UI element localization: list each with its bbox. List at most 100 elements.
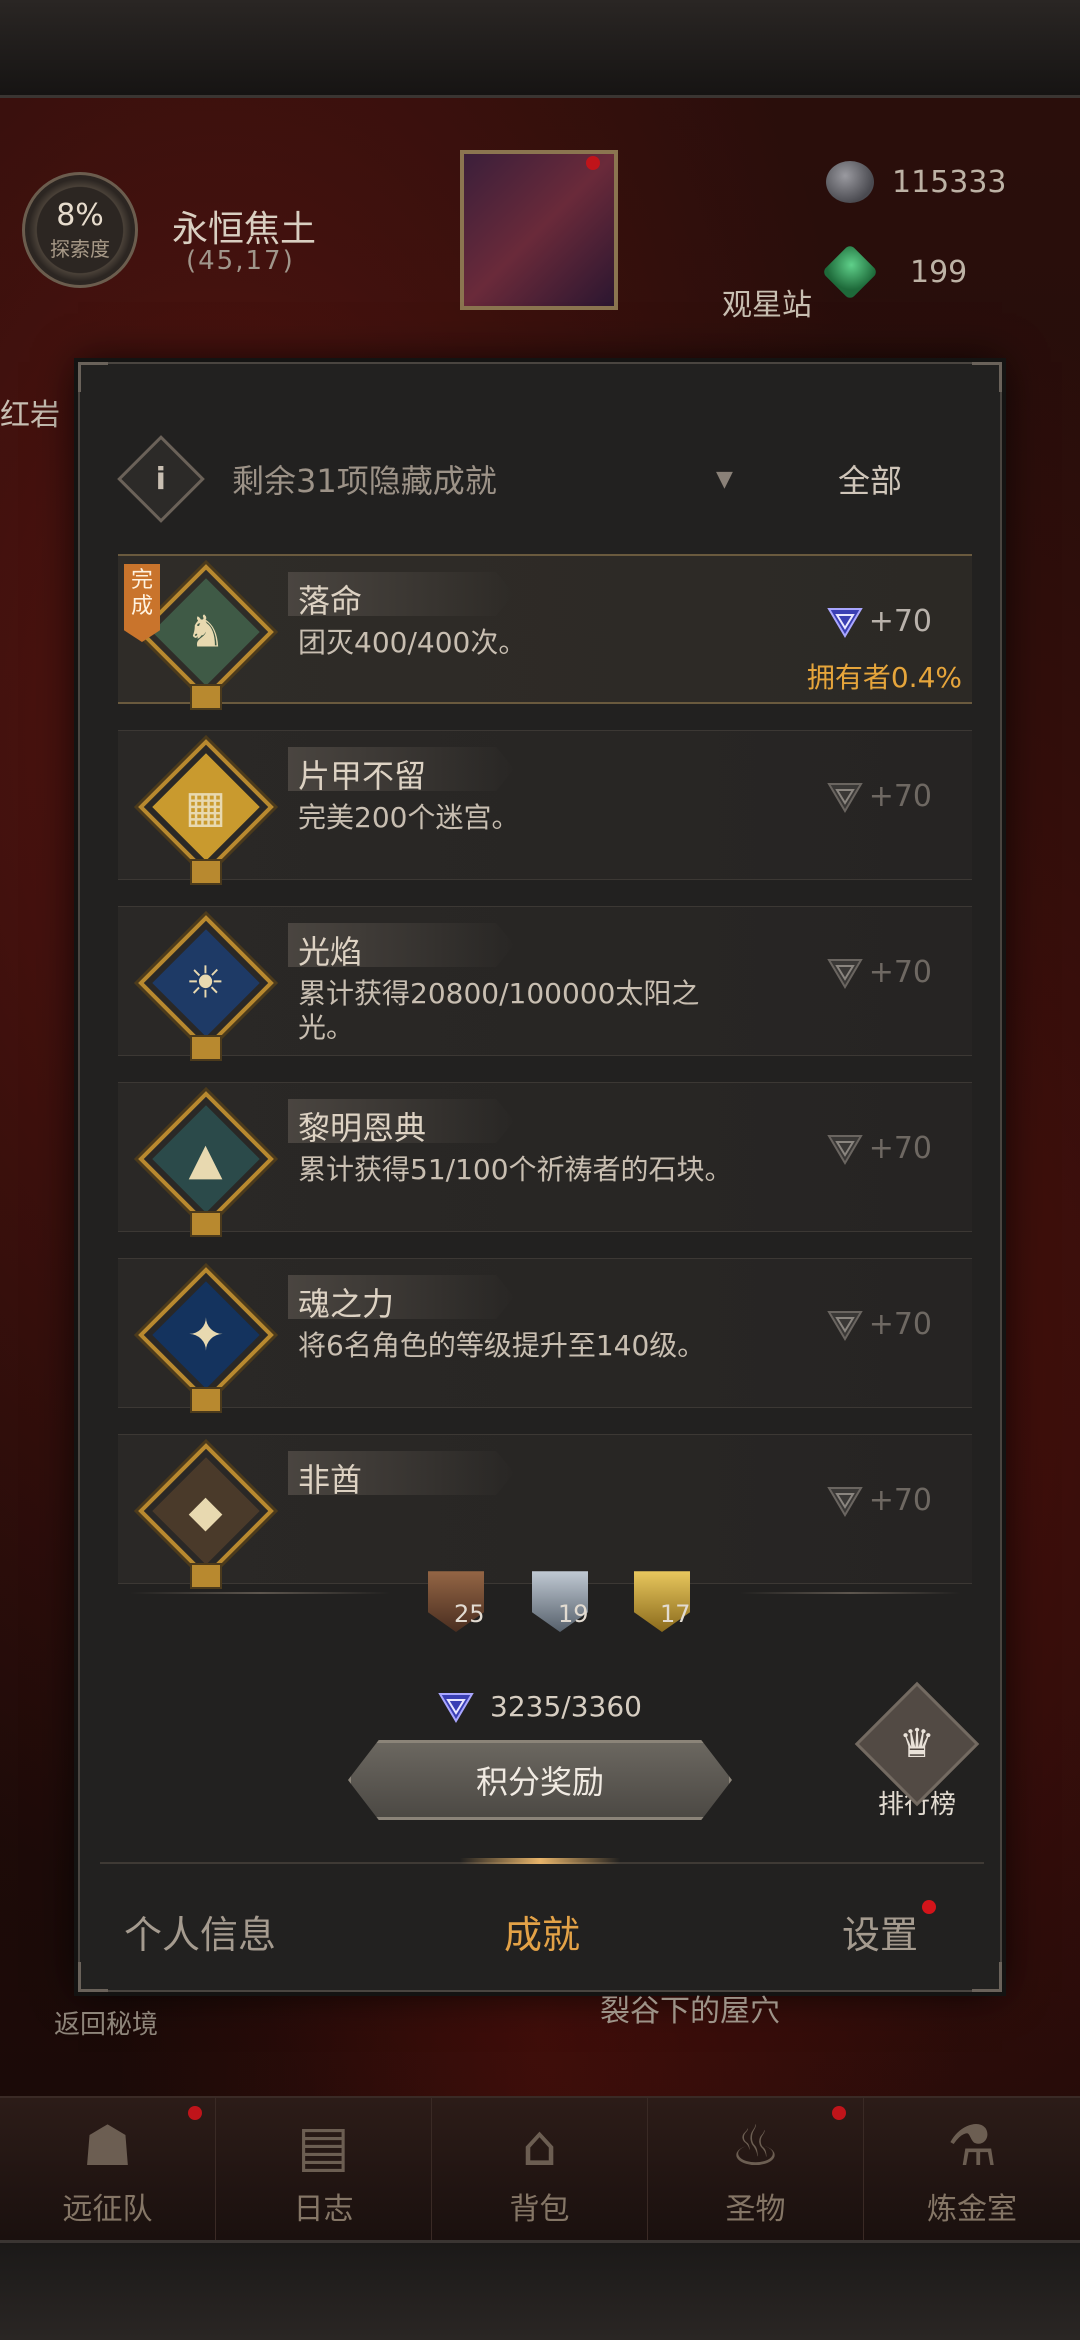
points-triangle-icon [826, 607, 863, 638]
achievement-row[interactable]: ☀ 光焰 累计获得20800/100000太阳之光。 +70 [118, 906, 972, 1061]
points-value: +70 [868, 1483, 932, 1518]
silver-count: 19 [558, 1600, 589, 1628]
backpack-icon: ⌂ [521, 2114, 558, 2179]
nav-alchemy-label: 炼金室 [927, 2192, 1017, 2227]
torch-icon: ♨ [730, 2114, 781, 2179]
points-triangle-icon [826, 1134, 863, 1165]
bottom-frame [0, 2240, 1080, 2340]
sun-jar-icon: ☀ [138, 915, 274, 1051]
resource-gem-green[interactable]: 199 [821, 243, 967, 301]
settings-notification-dot [922, 1900, 936, 1914]
gold-count: 17 [660, 1600, 691, 1628]
completed-flag: 完成 [124, 564, 160, 642]
points-triangle-icon [826, 1310, 863, 1341]
maze-icon: ▦ [138, 739, 274, 875]
region-coordinates: (45,17) [186, 246, 295, 276]
tab-settings[interactable]: 设置 [842, 1904, 918, 1959]
panel-corner [972, 1962, 1002, 1992]
points-value: +70 [868, 1307, 932, 1342]
achievement-badge: ▲ [138, 1091, 274, 1237]
exploration-percent: 8% [56, 198, 104, 233]
medal-divider-right [740, 1592, 960, 1594]
achievement-description: 累计获得51/100个祈祷者的石块。 [298, 1153, 733, 1186]
achievement-title: 黎明恩典 [298, 1109, 427, 1147]
nav-journal-label: 日志 [293, 2192, 354, 2227]
badge-glyph: ▦ [185, 781, 227, 833]
horned-helmet-icon: ☗ [82, 2114, 133, 2179]
nav-backpack-label: 背包 [509, 2192, 570, 2227]
achievement-title: 非酋 [298, 1461, 363, 1499]
green-gem-icon [821, 243, 879, 301]
achievement-row[interactable]: ◆ 非酋 +70 [118, 1434, 972, 1589]
points-value: +70 [868, 779, 932, 814]
badge-glyph: ♞ [186, 606, 226, 658]
notification-dot [832, 2106, 846, 2120]
badge-pedestal [190, 1211, 222, 1237]
owner-percent: 拥有者0.4% [806, 661, 962, 694]
nav-journal[interactable]: ▤ 日志 [216, 2098, 432, 2242]
nav-expedition[interactable]: ☗ 远征队 [0, 2098, 216, 2242]
achievement-row[interactable]: ▦ 片甲不留 完美200个迷宫。 +70 [118, 730, 972, 885]
achievement-points: +70 [826, 1483, 932, 1518]
badge-pedestal [190, 1563, 222, 1589]
filter-all-select[interactable]: 全部 [838, 456, 902, 502]
bronze-medal: 25 [428, 1566, 485, 1638]
medal-divider-left [130, 1592, 390, 1594]
achievement-list[interactable]: ♞ 落命 团灭400/400次。 +70 完成 拥有者0.4% ▦ 片甲不留 完… [118, 542, 972, 1838]
info-icon: i [117, 435, 205, 523]
badge-pedestal [190, 684, 222, 710]
points-triangle-icon [826, 958, 863, 989]
badge-pedestal [190, 1387, 222, 1413]
score-triangle-icon [438, 1692, 474, 1723]
achievement-row[interactable]: ✦ 魂之力 将6名角色的等级提升至140级。 +70 [118, 1258, 972, 1413]
points-reward-button[interactable]: 积分奖励 [348, 1740, 732, 1820]
observatory-label[interactable]: 观星站 [722, 280, 812, 324]
achievement-points: +70 [826, 779, 932, 814]
achievement-row[interactable]: ♞ 落命 团灭400/400次。 +70 完成 拥有者0.4% [118, 554, 972, 710]
blue-flame-icon: ✦ [138, 1267, 274, 1403]
achievement-points: +70 [826, 1307, 932, 1342]
achievement-title: 魂之力 [298, 1285, 395, 1323]
hidden-achievement-filter[interactable]: i 剩余31项隐藏成就 ▼ 全部 [117, 435, 960, 523]
nav-expedition-label: 远征队 [62, 2192, 153, 2227]
notification-dot [188, 2106, 202, 2120]
achievement-badge: ▦ [138, 739, 274, 885]
tab-achievements[interactable]: 成就 [504, 1904, 580, 1959]
points-triangle-icon [826, 1486, 863, 1517]
bronze-count: 25 [454, 1600, 485, 1628]
nav-backpack[interactable]: ⌂ 背包 [432, 2098, 648, 2242]
leaderboard-button[interactable]: ♛ 排行榜 [854, 1681, 980, 1820]
active-tab-highlight [460, 1858, 620, 1864]
resource-1-value: 115333 [892, 164, 1007, 200]
notification-dot [586, 156, 600, 170]
achievement-points: +70 [826, 955, 932, 990]
nav-alchemy[interactable]: ⚗ 炼金室 [864, 2098, 1080, 2242]
tab-personal-info[interactable]: 个人信息 [124, 1904, 276, 1959]
gold-medal: 17 [634, 1566, 691, 1638]
partial-badge-icon: ◆ [138, 1443, 274, 1579]
top-frame [0, 0, 1080, 98]
silver-medal: 19 [532, 1566, 589, 1638]
resource-gem-dark[interactable]: 115333 [826, 158, 1007, 206]
exploration-progress[interactable]: 8% 探索度 [22, 172, 138, 288]
region-name: 永恒焦土 [172, 209, 317, 250]
achievement-badge: ✦ [138, 1267, 274, 1413]
nav-relics[interactable]: ♨ 圣物 [648, 2098, 864, 2242]
alchemy-icon: ⚗ [946, 2114, 998, 2179]
badge-glyph: ◆ [189, 1485, 223, 1537]
exploration-label: 探索度 [50, 237, 110, 261]
achievement-row[interactable]: ▲ 黎明恩典 累计获得51/100个祈祷者的石块。 +70 [118, 1082, 972, 1237]
achievement-points: +70 [826, 1131, 932, 1166]
dropdown-caret-icon[interactable]: ▼ [716, 467, 733, 492]
panel-corner [972, 362, 1002, 392]
badge-pedestal [190, 859, 222, 885]
achievement-badge: ☀ [138, 915, 274, 1061]
region-tag[interactable]: 红岩 [0, 390, 60, 434]
achievement-title: 片甲不留 [298, 757, 427, 795]
player-portrait[interactable] [460, 150, 618, 310]
nav-relics-label: 圣物 [725, 2192, 786, 2227]
return-secret-realm[interactable]: 返回秘境 [54, 2004, 158, 2041]
badge-glyph: ▲ [189, 1133, 223, 1185]
scroll-icon: ▤ [297, 2114, 350, 2179]
panel-corner [78, 1962, 108, 1992]
